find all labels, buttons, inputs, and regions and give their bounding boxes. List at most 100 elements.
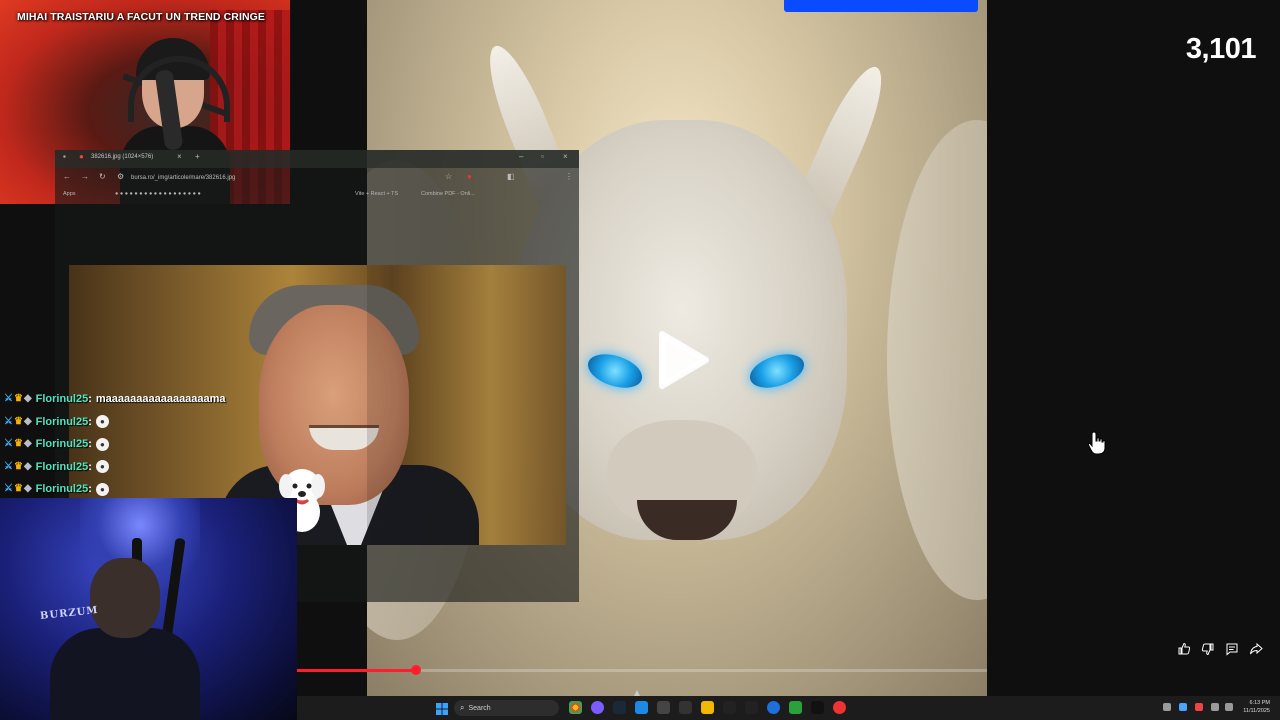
tray-volume-icon[interactable] — [1225, 703, 1233, 711]
chat-colon: : — [88, 460, 92, 473]
url-text[interactable]: bursa.ro/_img/articole/mare/382616.jpg — [131, 175, 235, 181]
chat-badges: ⚔ ♛ ◆ — [4, 483, 32, 495]
file-explorer-icon[interactable] — [701, 701, 714, 714]
play-icon[interactable] — [654, 330, 710, 390]
app-black-icon[interactable] — [811, 701, 824, 714]
share-icon[interactable] — [1249, 642, 1263, 656]
chat-message: ⚔ ♛ ◆ Florinul25: ● — [4, 433, 304, 456]
new-tab-icon[interactable]: + — [195, 152, 200, 161]
chat-badges: ⚔ ♛ ◆ — [4, 438, 32, 450]
comment-icon[interactable] — [1225, 642, 1239, 656]
tray-clock[interactable]: 6:13 PM 11/11/2025 — [1243, 699, 1270, 715]
crown-icon: ♛ — [13, 460, 23, 472]
sword-icon: ⚔ — [4, 483, 13, 495]
chat-message: ⚔ ♛ ◆ Florinul25: maaaaaaaaaaaaaaaaama — [4, 388, 304, 411]
bookmark-icons[interactable]: ● ● ● ● ● ● ● ● ● ● ● ● ● ● ● ● ● ● — [115, 191, 201, 197]
extension-icon[interactable]: ● — [467, 172, 472, 181]
chat-badges: ⚔ ♛ ◆ — [4, 461, 32, 473]
video-top-banner — [784, 0, 978, 12]
tray-network-icon[interactable] — [1211, 703, 1219, 711]
window-menu-icon[interactable]: ▪ — [63, 152, 66, 161]
photo-overlap-shade — [367, 265, 566, 545]
site-info-icon[interactable]: ⚙ — [117, 172, 124, 181]
chat-badges: ⚔ ♛ ◆ — [4, 416, 32, 428]
app-red-icon[interactable] — [833, 701, 846, 714]
clock-time: 6:13 PM — [1249, 700, 1270, 706]
search-icon: ⌕ — [460, 703, 465, 712]
chat-username[interactable]: Florinul25 — [36, 436, 89, 452]
chat-colon: : — [88, 483, 92, 496]
gem-icon: ◆ — [23, 483, 32, 495]
reload-icon[interactable]: ↻ — [99, 172, 106, 181]
chat-message: ⚔ ♛ ◆ Florinul25: ● — [4, 411, 304, 434]
app-grid-icon[interactable] — [657, 701, 670, 714]
dog-emote-icon: ● — [95, 482, 109, 496]
clock-date: 11/11/2025 — [1243, 708, 1270, 714]
windows-taskbar: ⌕ Search 6:13 PM 11/11/2025 — [297, 696, 1280, 720]
video-actions — [1177, 640, 1267, 658]
dog-emote-icon: ● — [95, 437, 109, 451]
crown-icon: ♛ — [13, 438, 23, 450]
edge-icon[interactable] — [767, 701, 780, 714]
sword-icon: ⚔ — [4, 460, 13, 472]
chat-overlay: ⚔ ♛ ◆ Florinul25: maaaaaaaaaaaaaaaaama ⚔ ♛ ◆ Flo… — [4, 388, 304, 501]
chat-username[interactable]: Florinul25 — [36, 391, 89, 407]
gem-icon: ◆ — [23, 415, 32, 427]
search-label: Search — [468, 704, 491, 712]
bookmark-vite[interactable]: Vite + React + TS — [355, 191, 398, 197]
browser-tab-title[interactable]: 382616.jpg (1024×576) — [91, 154, 153, 160]
chat-text: maaaaaaaaaaaaaaaaama — [95, 393, 226, 406]
dislike-icon[interactable] — [1201, 642, 1215, 656]
chat-colon: : — [88, 415, 92, 428]
sword-icon: ⚔ — [4, 415, 13, 427]
maximize-icon[interactable]: ▫ — [541, 152, 544, 161]
chat-message: ⚔ ♛ ◆ Florinul25: ● — [4, 456, 304, 479]
progress-fill — [297, 669, 417, 672]
address-bar[interactable]: ← → ↻ ⚙ bursa.ro/_img/articole/mare/3826… — [55, 170, 579, 188]
chat-colon: : — [88, 393, 92, 406]
windows-start-icon[interactable] — [436, 702, 448, 715]
view-counter: 3,101 — [1185, 33, 1257, 65]
crown-icon: ♛ — [13, 483, 23, 495]
video-progress-bar[interactable] — [297, 665, 987, 675]
crown-icon: ♛ — [13, 393, 23, 405]
chat-colon: : — [88, 438, 92, 451]
back-icon[interactable]: ← — [63, 172, 71, 181]
streamer-webcam-bottom: BURZUM — [0, 498, 297, 720]
chat-badges: ⚔ ♛ ◆ — [4, 393, 32, 405]
extensions-icon[interactable]: ◧ — [507, 172, 515, 181]
gem-icon: ◆ — [23, 460, 32, 472]
forward-icon[interactable]: → — [81, 172, 89, 181]
tray-sync-icon[interactable] — [1179, 703, 1187, 711]
sword-icon: ⚔ — [4, 438, 13, 450]
hand-cursor-icon — [1087, 431, 1107, 455]
close-window-icon[interactable]: × — [563, 152, 568, 161]
crown-icon: ♛ — [13, 415, 23, 427]
stream-title: MIHAI TRAISTARIU A FACUT UN TREND CRINGE — [17, 11, 266, 23]
xbox-icon[interactable] — [789, 701, 802, 714]
chat-username[interactable]: Florinul25 — [36, 481, 89, 497]
chat-username[interactable]: Florinul25 — [36, 414, 89, 430]
minimize-icon[interactable]: – — [519, 152, 523, 161]
chrome-icon[interactable] — [569, 701, 582, 714]
dog-emote-icon: ● — [95, 415, 109, 429]
tray-mic-icon[interactable] — [1195, 703, 1203, 711]
sword-icon: ⚔ — [4, 393, 13, 405]
steam-icon[interactable] — [613, 701, 626, 714]
app-icon[interactable] — [679, 701, 692, 714]
app-swirl-icon[interactable] — [723, 701, 736, 714]
vscode-icon[interactable] — [635, 701, 648, 714]
bookmark-star-icon[interactable]: ☆ — [445, 172, 452, 181]
gem-icon: ◆ — [23, 393, 32, 405]
bookmark-combine-pdf[interactable]: Combine PDF - Onli... — [421, 191, 475, 197]
discord-icon[interactable] — [591, 701, 604, 714]
browser-menu-icon[interactable]: ⋮ — [565, 172, 573, 181]
close-tab-icon[interactable]: × — [177, 152, 182, 161]
capcut-icon[interactable] — [745, 701, 758, 714]
bookmark-apps[interactable]: Apps — [63, 191, 76, 197]
like-icon[interactable] — [1177, 642, 1191, 656]
bookmarks-bar: Apps ● ● ● ● ● ● ● ● ● ● ● ● ● ● ● ● ● ●… — [55, 188, 579, 202]
tray-chevron-icon[interactable] — [1163, 703, 1171, 711]
chat-username[interactable]: Florinul25 — [36, 459, 89, 475]
taskbar-search[interactable]: ⌕ Search — [454, 700, 559, 716]
